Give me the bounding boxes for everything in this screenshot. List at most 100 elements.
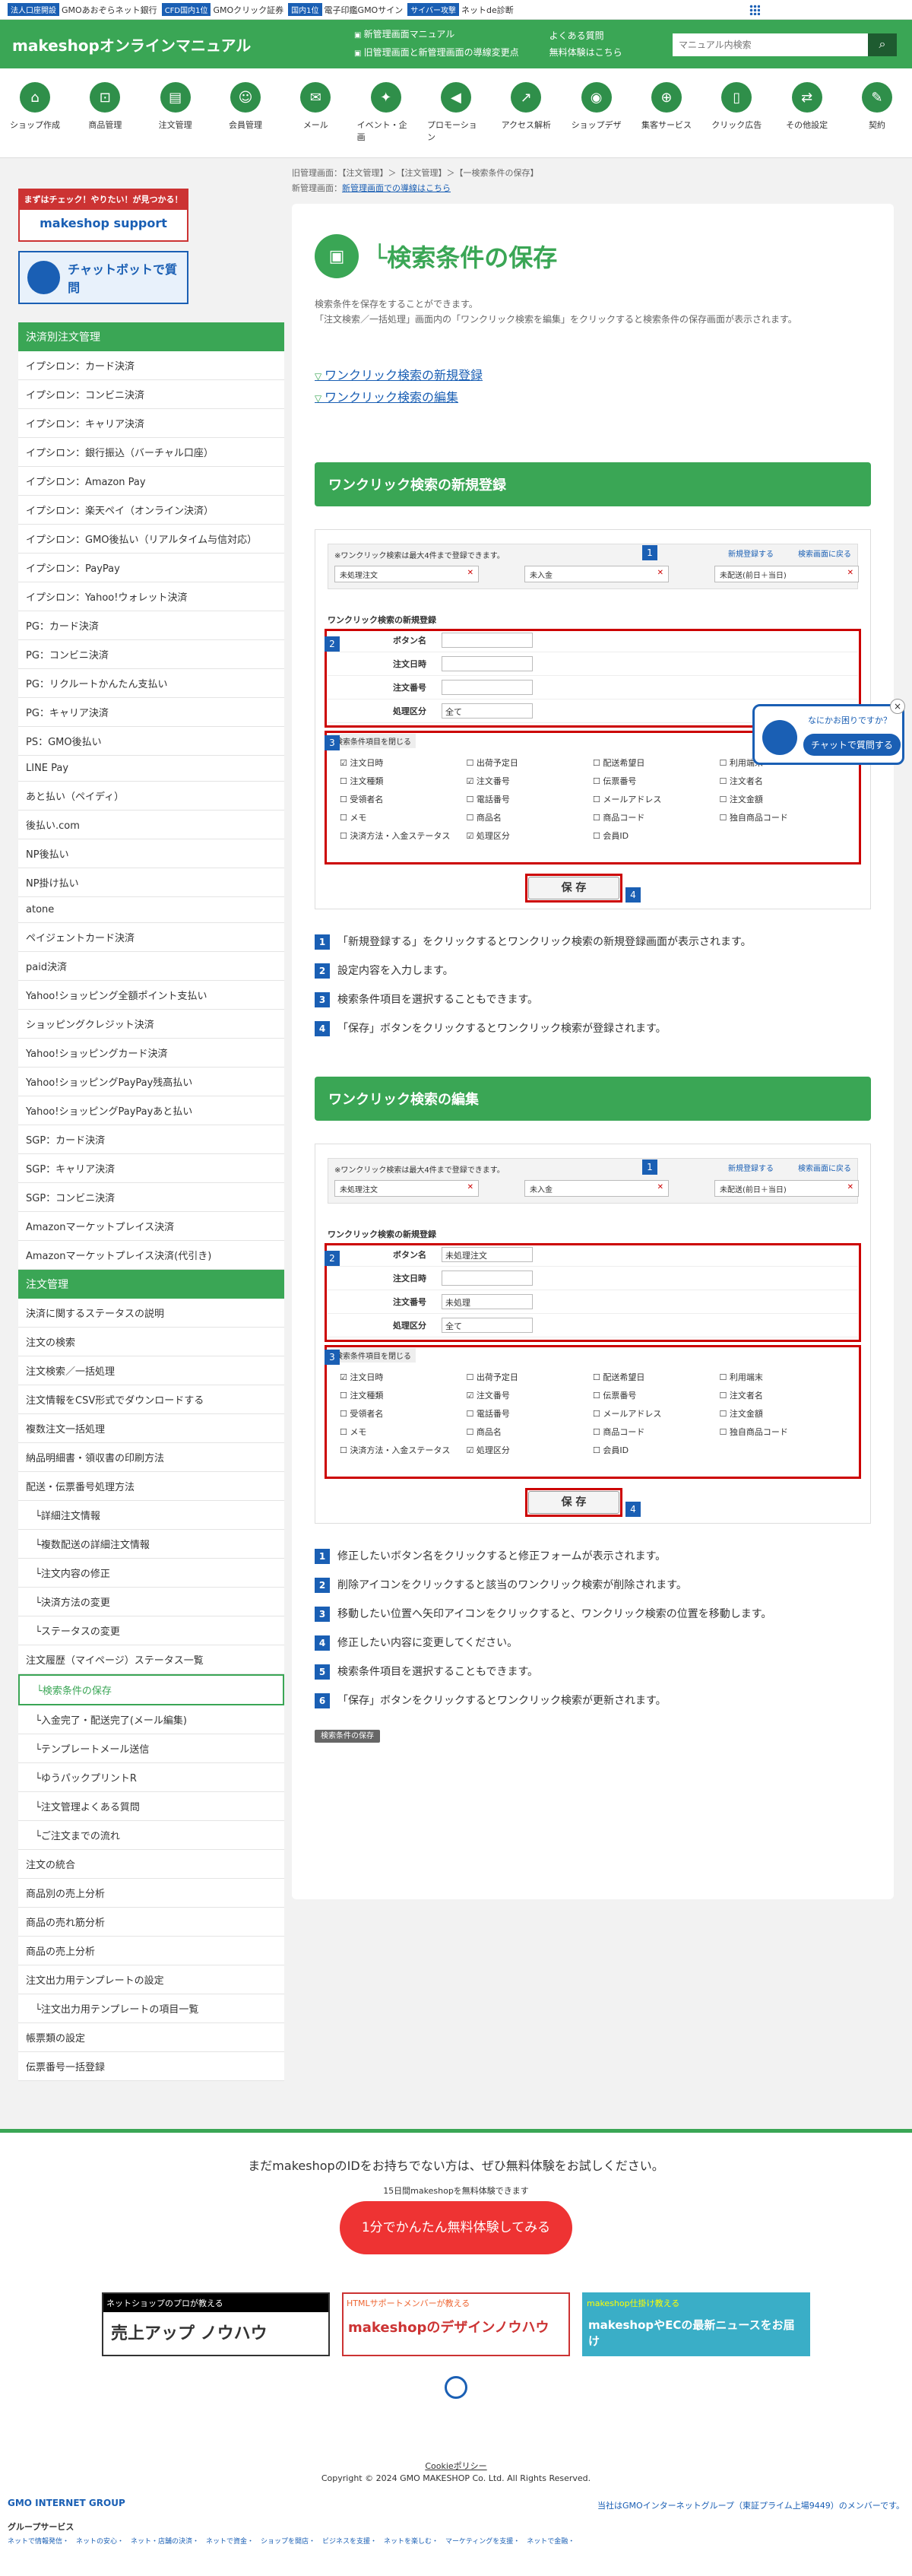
sidebar-item-order[interactable]: 決済に関するステータスの説明 bbox=[18, 1299, 284, 1328]
link-new-manual[interactable]: 新管理画面マニュアル bbox=[354, 26, 519, 44]
sidebar-item-payment[interactable]: paid決済 bbox=[18, 952, 284, 981]
nav-item[interactable]: ✎ 契約 bbox=[848, 75, 906, 157]
shot-chip[interactable]: 未処理注文 ✕ bbox=[334, 566, 479, 582]
sidebar-item-order[interactable]: └複数配送の詳細注文情報 bbox=[18, 1530, 284, 1559]
gmo-bar-item[interactable]: CFD国内1位 GMOクリック証券 bbox=[161, 3, 283, 16]
sidebar-item-payment[interactable]: Yahoo!ショッピングカード決済 bbox=[18, 1039, 284, 1068]
sidebar-item-payment[interactable]: イプシロン：PayPay bbox=[18, 554, 284, 582]
sidebar-item-order[interactable]: └ステータスの変更 bbox=[18, 1616, 284, 1645]
shot-chip[interactable]: 未入金 ✕ bbox=[524, 566, 669, 582]
delete-icon[interactable]: ✕ bbox=[847, 569, 853, 577]
sidebar-item-payment[interactable]: 後払い.com bbox=[18, 811, 284, 839]
sidebar-item-payment[interactable]: ショッピングクレジット決済 bbox=[18, 1010, 284, 1039]
sidebar-item-payment[interactable]: ペイジェントカード決済 bbox=[18, 923, 284, 952]
cookie-link[interactable]: Cookieポリシー bbox=[0, 2460, 912, 2472]
gmo-bar-item[interactable]: 国内1位 電子印鑑GMOサイン bbox=[288, 3, 403, 16]
nav-item[interactable]: ⊕ 集客サービス bbox=[638, 75, 695, 157]
sidebar-item-payment[interactable]: イプシロン：Amazon Pay bbox=[18, 467, 284, 496]
sidebar-item-order[interactable]: └注文内容の修正 bbox=[18, 1559, 284, 1588]
sidebar-item-payment[interactable]: PG：コンビニ決済 bbox=[18, 640, 284, 669]
nav-item[interactable]: ◉ ショップデザ bbox=[568, 75, 625, 157]
shot-new-button[interactable]: 新規登録する bbox=[728, 1162, 774, 1173]
sidebar-item-payment[interactable]: Yahoo!ショッピングPayPay残高払い bbox=[18, 1068, 284, 1096]
sidebar-item-payment[interactable]: SGP：キャリア決済 bbox=[18, 1154, 284, 1183]
nav-item[interactable]: ↗ アクセス解析 bbox=[497, 75, 555, 157]
shot-chip[interactable]: 未入金 ✕ bbox=[524, 1180, 669, 1197]
nav-item[interactable]: ▯ クリック広告 bbox=[708, 75, 765, 157]
toc-link-edit[interactable]: ワンクリック検索の編集 bbox=[315, 390, 458, 404]
sidebar-item-order[interactable]: └ゆうパックプリントR bbox=[18, 1763, 284, 1792]
sidebar-item-payment[interactable]: PG：リクルートかんたん支払い bbox=[18, 669, 284, 698]
site-logo[interactable]: makeshopオンラインマニュアル bbox=[12, 33, 354, 56]
article-tag[interactable]: 検索条件の保存 bbox=[315, 1730, 380, 1743]
delete-icon[interactable]: ✕ bbox=[467, 569, 473, 577]
delete-icon[interactable]: ✕ bbox=[657, 1183, 663, 1191]
search-button[interactable]: ⌕ bbox=[868, 33, 897, 56]
nav-item[interactable]: ☺ 会員管理 bbox=[217, 75, 274, 157]
footer-banner-design[interactable]: HTMLサポートメンバーが教える makeshopのデザインノウハウ bbox=[342, 2292, 570, 2356]
delete-icon[interactable]: ✕ bbox=[657, 569, 663, 577]
free-trial-cta[interactable]: 1分でかんたん無料体験してみる bbox=[340, 2201, 572, 2254]
sidebar-item-order[interactable]: 納品明細書・領収書の印刷方法 bbox=[18, 1443, 284, 1472]
sidebar-item-order[interactable]: 複数注文一括処理 bbox=[18, 1414, 284, 1443]
sidebar-item-payment[interactable]: イプシロン：GMO後払い（リアルタイム与信対応） bbox=[18, 525, 284, 554]
sidebar-item-order[interactable]: 注文検索／一括処理 bbox=[18, 1356, 284, 1385]
shot-chip[interactable]: 未配送(前日＋当日) ✕ bbox=[714, 1180, 859, 1197]
nav-item[interactable]: ✦ イベント・企画 bbox=[357, 75, 415, 157]
chatbot-widget[interactable]: × なにかお困りですか？ チャットで質問する bbox=[752, 699, 905, 765]
sidebar-item-payment[interactable]: PG：カード決済 bbox=[18, 611, 284, 640]
sidebar-item-order[interactable]: └決済方法の変更 bbox=[18, 1588, 284, 1616]
sidebar-item-order[interactable]: 帳票類の設定 bbox=[18, 2023, 284, 2052]
chatbot-banner[interactable]: チャットボットで質問 bbox=[18, 251, 188, 304]
grid-menu-icon[interactable] bbox=[749, 5, 760, 15]
sidebar-item-order[interactable]: └ご注文までの流れ bbox=[18, 1821, 284, 1850]
link-faq[interactable]: よくある質問 bbox=[549, 27, 622, 44]
sidebar-item-order[interactable]: 配送・伝票番号処理方法 bbox=[18, 1472, 284, 1501]
gmo-bar-item[interactable]: サイバー攻撃 ネットde診断 bbox=[407, 3, 514, 16]
sidebar-item-payment[interactable]: NP後払い bbox=[18, 839, 284, 868]
shot-new-button[interactable]: 新規登録する bbox=[728, 547, 774, 559]
sidebar-item-payment[interactable]: Amazonマーケットプレイス決済 bbox=[18, 1212, 284, 1241]
toc-link-new[interactable]: ワンクリック検索の新規登録 bbox=[315, 368, 483, 382]
sidebar-item-payment[interactable]: SGP：カード決済 bbox=[18, 1125, 284, 1154]
nav-item[interactable]: ✉ メール bbox=[287, 75, 344, 157]
nav-item[interactable]: ⇄ その他設定 bbox=[778, 75, 836, 157]
sidebar-item-payment[interactable]: イプシロン：キャリア決済 bbox=[18, 409, 284, 438]
sidebar-item-order[interactable]: └テンプレートメール送信 bbox=[18, 1734, 284, 1763]
sidebar-item-order[interactable]: └注文管理よくある質問 bbox=[18, 1792, 284, 1821]
breadcrumb-new-link[interactable]: 新管理画面での導線はこちら bbox=[342, 183, 451, 193]
support-banner[interactable]: まずはチェック！やりたい！が見つかる！ makeshop support bbox=[18, 189, 188, 242]
link-old-vs-new[interactable]: 旧管理画面と新管理画面の導線変更点 bbox=[354, 44, 519, 62]
sidebar-item-payment[interactable]: イプシロン：銀行振込（バーチャル口座） bbox=[18, 438, 284, 467]
search-input[interactable] bbox=[673, 33, 868, 56]
sidebar-item-order[interactable]: └注文出力用テンプレートの項目一覧 bbox=[18, 1994, 284, 2023]
shot-back-button[interactable]: 検索画面に戻る bbox=[798, 547, 851, 559]
sidebar-item-payment[interactable]: イプシロン：Yahoo!ウォレット決済 bbox=[18, 582, 284, 611]
link-free-trial[interactable]: 無料体験はこちら bbox=[549, 44, 622, 61]
shot-chip[interactable]: 未処理注文 ✕ bbox=[334, 1180, 479, 1197]
sidebar-item-order[interactable]: └検索条件の保存 bbox=[18, 1674, 284, 1705]
sidebar-item-order[interactable]: 伝票番号一括登録 bbox=[18, 2052, 284, 2081]
close-icon[interactable]: × bbox=[890, 699, 905, 714]
shot-chip[interactable]: 未配送(前日＋当日) ✕ bbox=[714, 566, 859, 582]
nav-item[interactable]: ⌂ ショップ作成 bbox=[6, 75, 64, 157]
sidebar-item-payment[interactable]: NP掛け払い bbox=[18, 868, 284, 897]
sidebar-item-payment[interactable]: Yahoo!ショッピングPayPayあと払い bbox=[18, 1096, 284, 1125]
sidebar-item-payment[interactable]: イプシロン：カード決済 bbox=[18, 351, 284, 380]
sidebar-item-order[interactable]: 注文履歴（マイページ）ステータス一覧 bbox=[18, 1645, 284, 1674]
footer-banner-news[interactable]: makeshop仕掛け教える makeshopやECの最新ニュースをお届け bbox=[582, 2292, 810, 2356]
sidebar-item-order[interactable]: 商品の売れ筋分析 bbox=[18, 1908, 284, 1937]
sidebar-item-payment[interactable]: イプシロン：楽天ペイ（オンライン決済） bbox=[18, 496, 284, 525]
sidebar-item-payment[interactable]: PS：GMO後払い bbox=[18, 727, 284, 756]
sidebar-item-order[interactable]: └入金完了・配送完了(メール編集) bbox=[18, 1705, 284, 1734]
sidebar-item-order[interactable]: 注文の検索 bbox=[18, 1328, 284, 1356]
sidebar-item-order[interactable]: 商品別の売上分析 bbox=[18, 1879, 284, 1908]
sidebar-item-payment[interactable]: イプシロン：コンビニ決済 bbox=[18, 380, 284, 409]
footer-banner-knowhow[interactable]: ネットショップのプロが教える 売上アップ ノウハウ bbox=[102, 2292, 330, 2356]
sidebar-item-order[interactable]: 注文出力用テンプレートの設定 bbox=[18, 1965, 284, 1994]
gmo-bar-item[interactable]: 法人口座開設 GMOあおぞらネット銀行 bbox=[8, 3, 157, 16]
nav-item[interactable]: ▤ 注文管理 bbox=[147, 75, 204, 157]
nav-item[interactable]: ⊡ 商品管理 bbox=[76, 75, 134, 157]
sidebar-item-order[interactable]: 商品の売上分析 bbox=[18, 1937, 284, 1965]
delete-icon[interactable]: ✕ bbox=[847, 1183, 853, 1191]
